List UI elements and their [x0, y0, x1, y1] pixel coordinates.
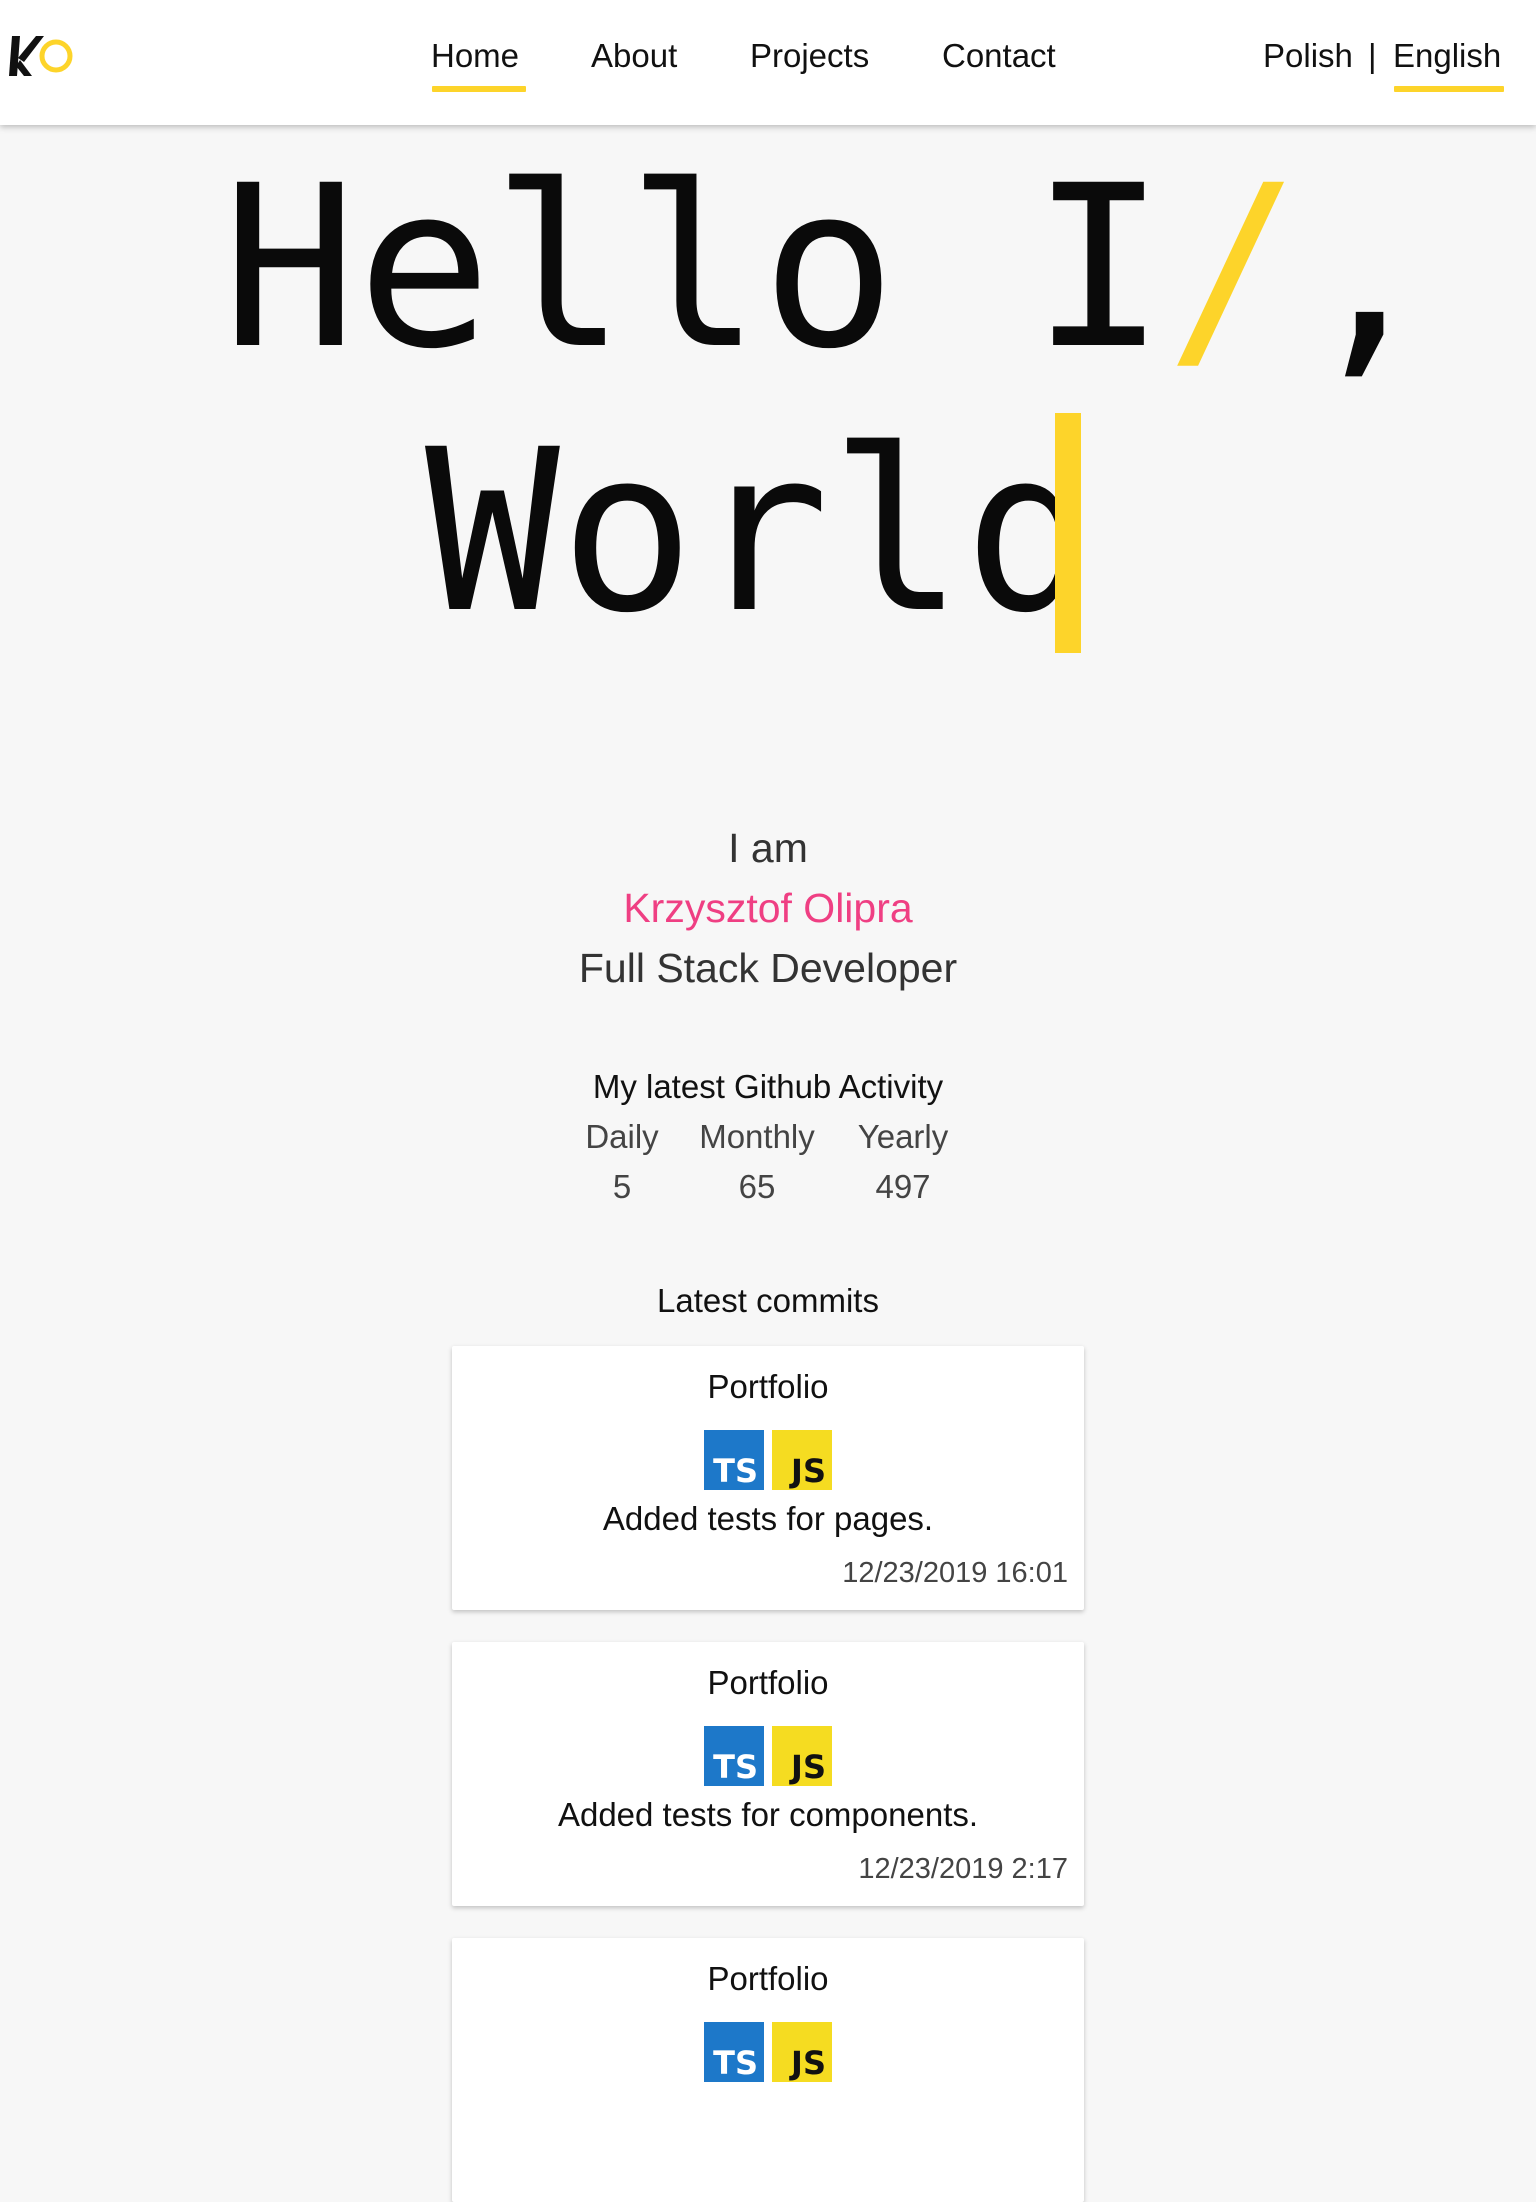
intro-iam: I am	[728, 825, 808, 871]
ko-logo[interactable]	[6, 28, 76, 84]
nav-link-home[interactable]: Home	[431, 34, 519, 78]
latest-commits-title: Latest commits	[657, 1282, 879, 1319]
nav-link-projects[interactable]: Projects	[750, 34, 869, 78]
commit-card[interactable]: Portfolio TS JS Added tests for pages. 1…	[452, 1346, 1084, 1610]
nav-active-indicator	[432, 86, 526, 92]
hero-comma: ,	[1300, 137, 1436, 398]
intro-role: Full Stack Developer	[578, 945, 958, 991]
nav-link-contact[interactable]: Contact	[942, 34, 1056, 78]
commit-message: Added tests for pages.	[602, 1500, 934, 1537]
javascript-icon: JS	[772, 1430, 832, 1490]
typescript-icon: TS	[704, 2022, 764, 2082]
hero-line-1: Hello I/,	[222, 148, 1436, 388]
commit-message: Added tests for components.	[557, 1796, 979, 1833]
lang-active-indicator	[1394, 86, 1504, 92]
javascript-icon: JS	[772, 1726, 832, 1786]
hero-slash: /	[1166, 137, 1301, 398]
commit-date: 12/23/2019 2:17	[858, 1853, 1068, 1885]
commit-repo: Portfolio	[707, 1368, 829, 1405]
stat-monthly-value: 65	[738, 1168, 776, 1205]
commit-repo: Portfolio	[707, 1960, 829, 1997]
lang-separator: |	[1368, 37, 1377, 74]
github-activity-title: My latest Github Activity	[592, 1068, 944, 1105]
commit-date: 12/23/2019 16:01	[842, 1557, 1068, 1589]
stat-monthly-label: Monthly	[699, 1118, 815, 1155]
typing-cursor	[1055, 413, 1081, 653]
intro-name: Krzysztof Olipra	[623, 885, 913, 931]
stat-daily-label: Daily	[585, 1118, 659, 1155]
stat-yearly-label: Yearly	[857, 1118, 949, 1155]
typescript-icon: TS	[704, 1726, 764, 1786]
hero-hello: Hello I	[222, 137, 1167, 398]
stat-daily-value: 5	[612, 1168, 632, 1205]
stat-yearly-value: 497	[875, 1168, 931, 1205]
javascript-icon: JS	[772, 2022, 832, 2082]
typescript-icon: TS	[704, 1430, 764, 1490]
hero-line-2: World	[425, 401, 1100, 662]
commit-card[interactable]: Portfolio TS JS	[452, 1938, 1084, 2202]
lang-english[interactable]: English	[1393, 34, 1501, 78]
nav-link-about[interactable]: About	[591, 34, 677, 78]
commit-repo: Portfolio	[707, 1664, 829, 1701]
lang-polish[interactable]: Polish	[1263, 34, 1353, 78]
commit-card[interactable]: Portfolio TS JS Added tests for componen…	[452, 1642, 1084, 1906]
navbar: Home About Projects Contact Polish | Eng…	[0, 0, 1536, 125]
